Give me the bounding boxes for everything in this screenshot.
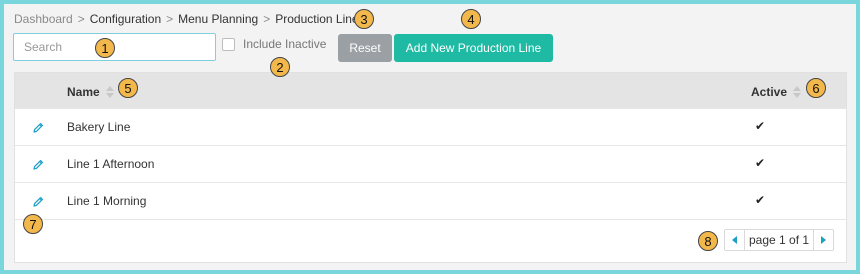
- pencil-icon[interactable]: [31, 195, 45, 209]
- pencil-icon[interactable]: [31, 158, 45, 172]
- row-name: Bakery Line: [67, 120, 131, 134]
- callout-badge-5: 5: [118, 78, 138, 98]
- table-row: Line 1 Morning ✔: [15, 182, 846, 219]
- callout-badge-3: 3: [354, 9, 374, 29]
- table-header: Name Active: [15, 73, 846, 108]
- breadcrumb-configuration[interactable]: Configuration: [90, 12, 161, 26]
- breadcrumb-production-lines: Production Lines: [275, 12, 365, 26]
- production-lines-page: Dashboard > Configuration > Menu Plannin…: [4, 4, 856, 270]
- column-header-active-label: Active: [751, 85, 788, 99]
- sort-icon[interactable]: [793, 85, 802, 99]
- callout-badge-8: 8: [698, 231, 718, 251]
- breadcrumb-menu-planning[interactable]: Menu Planning: [178, 12, 258, 26]
- breadcrumb: Dashboard > Configuration > Menu Plannin…: [14, 12, 365, 26]
- column-header-active[interactable]: Active: [751, 85, 802, 99]
- breadcrumb-separator: >: [263, 12, 271, 26]
- sort-icon[interactable]: [105, 85, 114, 99]
- check-icon: ✔: [755, 119, 766, 133]
- table-row: Line 1 Afternoon ✔: [15, 145, 846, 182]
- callout-badge-6: 6: [806, 78, 826, 98]
- column-header-name[interactable]: Name: [67, 85, 114, 99]
- table-row: Bakery Line ✔: [15, 108, 846, 145]
- add-production-line-button[interactable]: Add New Production Line: [394, 34, 553, 62]
- reset-button[interactable]: Reset: [338, 34, 392, 62]
- callout-badge-4: 4: [461, 9, 481, 29]
- check-icon: ✔: [755, 193, 766, 207]
- chevron-right-icon: [821, 236, 827, 244]
- include-inactive-checkbox[interactable]: [222, 37, 235, 51]
- include-inactive-label: Include Inactive: [243, 37, 327, 51]
- breadcrumb-dashboard[interactable]: Dashboard: [14, 12, 73, 26]
- row-name: Line 1 Afternoon: [67, 157, 155, 171]
- breadcrumb-separator: >: [77, 12, 85, 26]
- chevron-left-icon: [732, 236, 737, 244]
- check-icon: ✔: [755, 156, 766, 170]
- page-indicator: page 1 of 1: [749, 233, 810, 247]
- callout-badge-7: 7: [23, 214, 43, 234]
- production-lines-table: Name Active Bakery Line ✔ Line 1 Afterno…: [14, 72, 847, 263]
- breadcrumb-separator: >: [166, 12, 174, 26]
- column-header-name-label: Name: [67, 85, 100, 99]
- include-inactive-toggle[interactable]: Include Inactive: [222, 37, 326, 51]
- callout-badge-1: 1: [95, 38, 115, 58]
- table-footer: [15, 219, 846, 262]
- pencil-icon[interactable]: [31, 121, 45, 135]
- previous-page-button[interactable]: [725, 230, 745, 250]
- row-name: Line 1 Morning: [67, 194, 147, 208]
- next-page-button[interactable]: [813, 230, 833, 250]
- callout-badge-2: 2: [270, 57, 290, 77]
- pagination: page 1 of 1: [724, 229, 835, 251]
